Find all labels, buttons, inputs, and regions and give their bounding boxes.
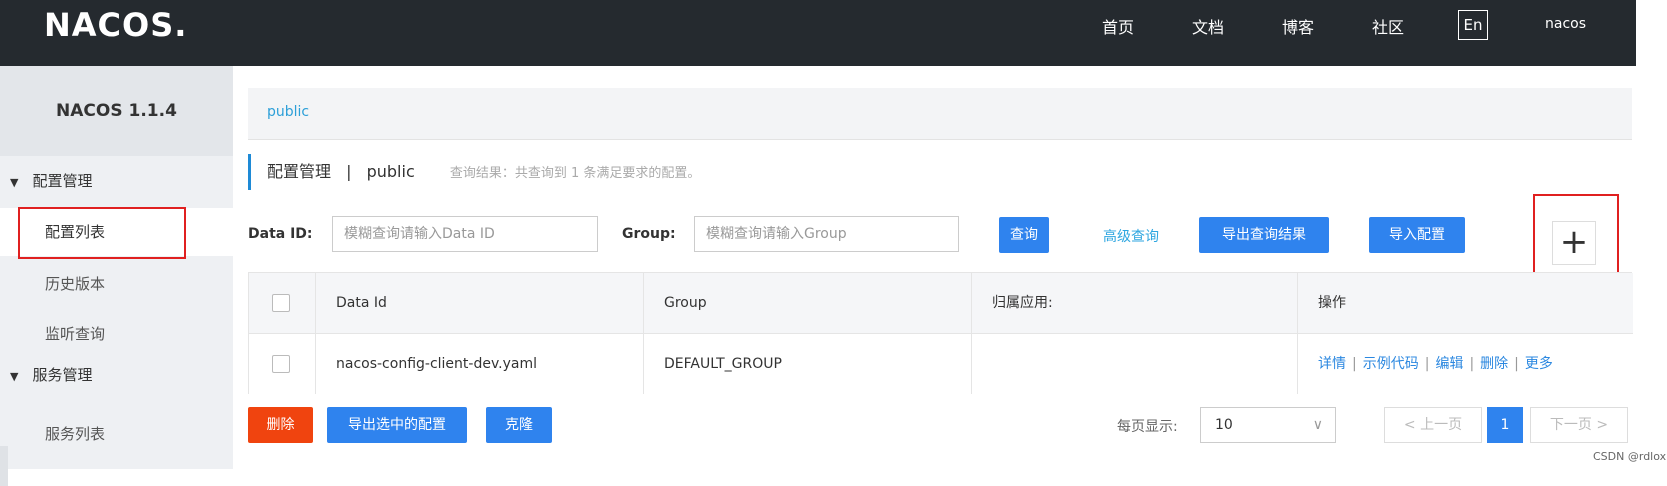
next-page-button[interactable]: 下一页 > (1530, 407, 1628, 443)
import-config-button[interactable]: 导入配置 (1369, 217, 1465, 253)
namespace-bar: public (248, 88, 1632, 140)
select-all-cell (249, 273, 316, 333)
nav-community[interactable]: 社区 (1372, 14, 1404, 38)
caret-down-icon: ▼ (10, 176, 19, 189)
row-select-cell (249, 334, 316, 394)
watermark: CSDN @rdlox (1593, 450, 1667, 463)
table-row: nacos-config-client-dev.yaml DEFAULT_GRO… (249, 334, 1633, 394)
sidebar-item-listener-query[interactable]: 监听查询 (0, 310, 233, 358)
group-search-input[interactable]: 模糊查询请输入Group (694, 216, 959, 252)
top-nav-bar: NACOS. 首页 文档 博客 社区 En nacos (0, 0, 1636, 66)
chevron-down-icon: ∨ (1312, 417, 1323, 433)
dataid-label: Data ID: (248, 226, 313, 242)
export-selected-button[interactable]: 导出选中的配置 (327, 407, 467, 443)
title-namespace: public (366, 162, 415, 181)
version-label: NACOS 1.1.4 (0, 66, 233, 156)
sidebar-item-history[interactable]: 历史版本 (0, 260, 233, 308)
sidebar: NACOS 1.1.4 ▼ 配置管理 配置列表 历史版本 监听查询 ▼ 服务管理 服… (0, 66, 233, 486)
namespace-tab-public[interactable]: public (267, 104, 309, 120)
sidebar-group-config[interactable]: ▼ 配置管理 (10, 170, 92, 191)
table-header: Data Id Group 归属应用: 操作 (249, 273, 1633, 334)
sidebar-group-service[interactable]: ▼ 服务管理 (10, 364, 92, 385)
title-text: 配置管理 (267, 162, 332, 181)
op-edit-link[interactable]: 编辑 (1435, 356, 1463, 372)
clone-button[interactable]: 克隆 (486, 407, 552, 443)
page-title: 配置管理 | public 查询结果：共查询到 1 条满足要求的配置。 (248, 154, 700, 190)
language-toggle-button[interactable]: En (1458, 10, 1488, 40)
page-size-select[interactable]: 10 ∨ (1200, 407, 1336, 443)
advanced-query-link[interactable]: 高级查询 (1103, 226, 1159, 246)
op-delete-link[interactable]: 删除 (1480, 356, 1508, 372)
op-sample-code-link[interactable]: 示例代码 (1363, 356, 1419, 372)
nav-home[interactable]: 首页 (1102, 14, 1134, 38)
nav-blog[interactable]: 博客 (1282, 14, 1314, 38)
col-group[interactable]: Group (644, 273, 972, 333)
user-menu[interactable]: nacos (1545, 16, 1586, 32)
cell-app (972, 334, 1298, 394)
nav-docs[interactable]: 文档 (1192, 14, 1224, 38)
sidebar-collapse-handle[interactable] (0, 446, 8, 486)
page-1-button[interactable]: 1 (1487, 407, 1523, 443)
dataid-search-input[interactable]: 模糊查询请输入Data ID (332, 216, 598, 252)
page-size-label: 每页显示: (1117, 419, 1178, 435)
cell-group: DEFAULT_GROUP (644, 334, 972, 394)
prev-page-button[interactable]: < 上一页 (1384, 407, 1482, 443)
config-table: Data Id Group 归属应用: 操作 nacos-config-clie… (248, 272, 1633, 394)
export-query-result-button[interactable]: 导出查询结果 (1199, 217, 1329, 253)
cell-data-id: nacos-config-client-dev.yaml (316, 334, 644, 394)
cell-operations: 详情 | 示例代码 | 编辑 | 删除 | 更多 (1318, 356, 1553, 372)
nacos-logo[interactable]: NACOS. (44, 6, 187, 44)
delete-button[interactable]: 删除 (248, 407, 313, 443)
col-operations: 操作 (1318, 295, 1346, 311)
highlight-box-config-list (18, 207, 186, 259)
row-checkbox[interactable] (272, 355, 290, 373)
caret-down-icon: ▼ (10, 370, 19, 383)
op-detail-link[interactable]: 详情 (1318, 356, 1346, 372)
group-label: Group: (622, 226, 676, 242)
query-button[interactable]: 查询 (999, 217, 1049, 253)
op-more-link[interactable]: 更多 (1525, 356, 1553, 372)
sidebar-item-service-list[interactable]: 服务列表 (0, 410, 233, 458)
col-data-id[interactable]: Data Id (316, 273, 644, 333)
select-all-checkbox[interactable] (272, 294, 290, 312)
result-hint: 查询结果：共查询到 1 条满足要求的配置。 (449, 166, 701, 181)
title-separator: | (346, 162, 352, 181)
col-app[interactable]: 归属应用: (972, 273, 1298, 333)
